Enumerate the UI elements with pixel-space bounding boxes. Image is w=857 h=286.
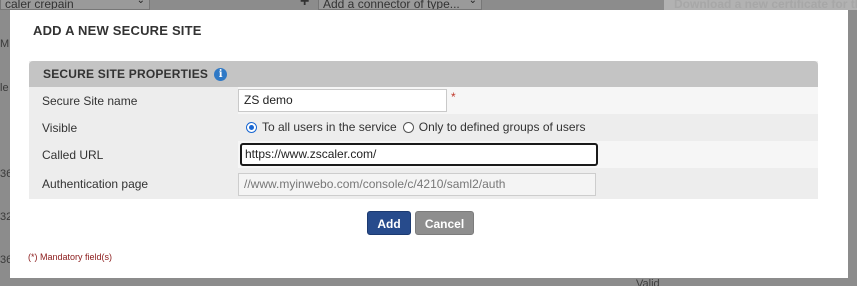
add-button[interactable]: Add [367,211,411,235]
background-fragment: le [0,82,9,94]
called-url-label: Called URL [42,148,104,162]
visible-radio-group: To all users in the service Only to defi… [246,120,592,134]
visible-groups-radio[interactable] [402,121,414,133]
site-name-label: Secure Site name [42,94,138,108]
visible-cell: To all users in the service Only to defi… [238,114,818,141]
auth-page-label: Authentication page [42,177,149,191]
background-select-value: caler crepain [5,0,74,10]
background-connector-value: Add a connector of type... [323,0,460,10]
site-name-input[interactable]: ZS demo [238,89,447,112]
background-download-link: Download a new certificate for the servi… [664,0,857,10]
auth-page-row: Authentication page //www.myinwebo.com/c… [29,168,818,199]
panel-title: SECURE SITE PROPERTIES [43,67,209,81]
auth-page-input: //www.myinwebo.com/console/c/4210/saml2/… [238,173,596,196]
mandatory-fields-note: (*) Mandatory field(s) [28,252,113,262]
background-fragment: M [0,38,10,50]
chevron-down-icon: ⌄ [468,0,477,6]
auth-page-cell: //www.myinwebo.com/console/c/4210/saml2/… [238,168,818,199]
plus-icon: + [300,0,310,10]
background-valid-text: Valid [636,278,660,286]
called-url-input[interactable]: https://www.zscaler.com/ [240,143,598,166]
called-url-cell: https://www.zscaler.com/ [238,141,818,168]
dialog-title: ADD A NEW SECURE SITE [33,23,202,38]
chevron-down-icon: ⌄ [136,0,145,6]
required-mark: * [451,90,456,104]
visible-label: Visible [42,121,78,135]
visible-row: Visible To all users in the service Only… [29,114,818,141]
site-name-row: Secure Site name ZS demo * [29,87,818,114]
page: caler crepain ⌄ + Add a connector of typ… [0,0,857,286]
add-secure-site-dialog: ADD A NEW SECURE SITE SECURE SITE PROPER… [10,10,848,278]
info-icon[interactable]: i [214,67,228,81]
visible-all-users-radio[interactable] [246,121,257,133]
called-url-row: Called URL https://www.zscaler.com/ [29,141,818,168]
secure-site-properties-panel: SECURE SITE PROPERTIES i Secure Site nam… [29,61,818,199]
panel-header: SECURE SITE PROPERTIES i [29,61,818,87]
cancel-button[interactable]: Cancel [415,211,474,235]
background-connector-select: Add a connector of type... ⌄ [318,0,482,10]
visible-all-users-label[interactable]: To all users in the service [262,120,397,134]
background-select: caler crepain ⌄ [0,0,150,10]
site-name-cell: ZS demo * [238,87,818,114]
visible-groups-label[interactable]: Only to defined groups of users [419,120,586,134]
